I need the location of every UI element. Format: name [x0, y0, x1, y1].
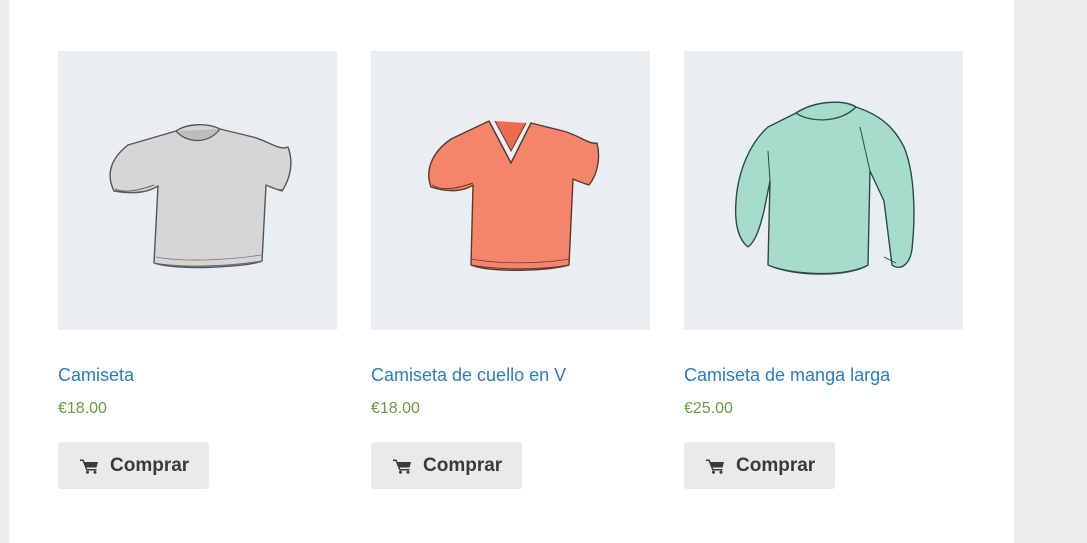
buy-button[interactable]: Comprar	[58, 442, 210, 489]
product-title-link[interactable]: Camiseta	[58, 363, 134, 387]
product-grid: Camiseta €18.00 Comprar Camiseta de cuel…	[9, 0, 1014, 543]
product-card: Camiseta €18.00 Comprar	[58, 51, 337, 489]
product-price: €25.00	[684, 400, 733, 417]
product-card: Camiseta de cuello en V €18.00 Comprar	[371, 51, 650, 489]
product-image-link[interactable]	[371, 51, 650, 330]
buy-button-label: Comprar	[423, 454, 503, 476]
buy-button[interactable]: Comprar	[684, 442, 836, 489]
long-sleeve-shirt-icon	[734, 101, 915, 275]
shopping-cart-icon	[706, 458, 726, 474]
page: Camiseta €18.00 Comprar Camiseta de cuel…	[0, 0, 1087, 543]
product-title-link[interactable]: Camiseta de cuello en V	[371, 363, 566, 387]
product-image-link[interactable]	[58, 51, 337, 330]
shopping-cart-icon	[393, 458, 413, 474]
buy-button-label: Comprar	[110, 454, 190, 476]
product-price: €18.00	[58, 400, 107, 417]
product-title-link[interactable]: Camiseta de manga larga	[684, 363, 890, 387]
tshirt-icon	[109, 124, 292, 269]
product-image-link[interactable]	[684, 51, 963, 330]
buy-button-label: Comprar	[736, 454, 816, 476]
buy-button[interactable]: Comprar	[371, 442, 523, 489]
shopping-cart-icon	[80, 458, 100, 474]
vneck-tshirt-icon	[428, 120, 600, 271]
product-price: €18.00	[371, 400, 420, 417]
product-card: Camiseta de manga larga €25.00 Comprar	[684, 51, 963, 489]
